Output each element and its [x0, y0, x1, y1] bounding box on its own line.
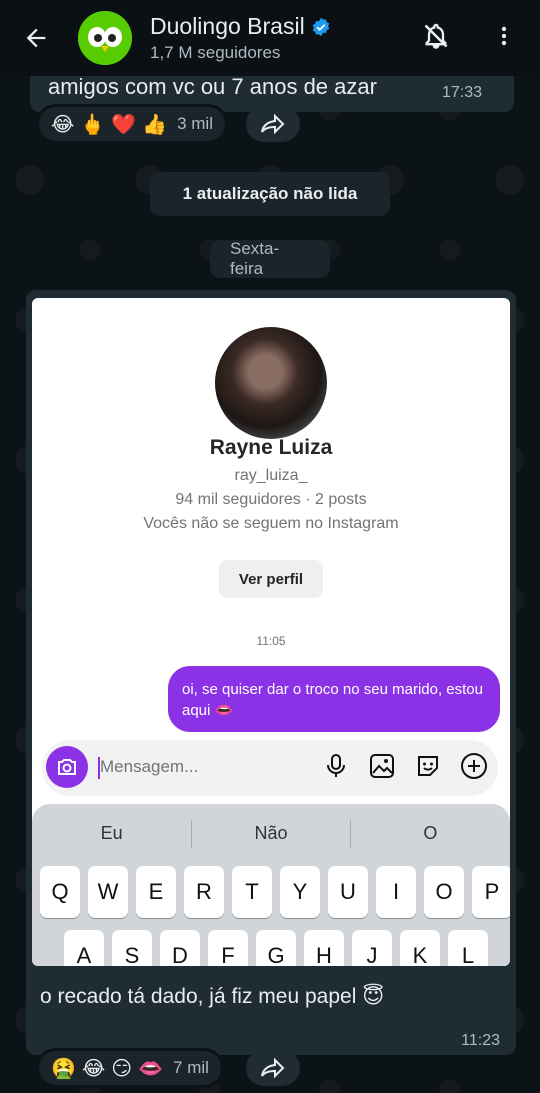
bell-off-icon	[424, 23, 448, 49]
back-button[interactable]	[14, 16, 58, 60]
key: G	[256, 930, 296, 966]
view-profile-button: Ver perfil	[219, 560, 323, 598]
key: J	[352, 930, 392, 966]
reactions-bar[interactable]: 😂 🖕 ❤️ 👍 3 mil	[36, 104, 228, 144]
suggestion: Eu	[100, 823, 123, 843]
key: P	[472, 866, 510, 918]
date-divider: Sexta-feira	[210, 239, 330, 278]
message-caption: o recado tá dado, já fiz meu papel 😇	[40, 985, 385, 1008]
key-row: A S D F G H J K L	[64, 930, 488, 966]
reaction-count: 7 mil	[173, 1058, 209, 1077]
channel-header: Duolingo Brasil 1,7 M seguidores	[0, 0, 540, 76]
gallery-icon	[368, 752, 396, 780]
key: R	[184, 866, 224, 918]
reaction-emoji: 👍	[142, 113, 168, 136]
dm-time: 11:05	[256, 634, 286, 648]
channel-title-block[interactable]: Duolingo Brasil 1,7 M seguidores	[150, 13, 331, 63]
channel-title: Duolingo Brasil	[150, 13, 305, 39]
reaction-emoji: 👄	[138, 1057, 164, 1080]
key: E	[136, 866, 176, 918]
suggestion-divider	[191, 820, 192, 848]
key: K	[400, 930, 440, 966]
duo-owl-icon	[78, 11, 132, 65]
reaction-emoji: ❤️	[111, 113, 137, 136]
key: A	[64, 930, 104, 966]
reaction-emoji: 😂	[51, 113, 75, 136]
add-icon	[460, 752, 488, 780]
forward-icon	[261, 1058, 285, 1078]
reaction-count: 3 mil	[177, 114, 213, 133]
more-options-button[interactable]	[482, 14, 526, 58]
key: T	[232, 866, 272, 918]
message-placeholder: Mensagem...	[100, 757, 199, 776]
forward-button[interactable]	[246, 106, 300, 142]
message-time: 11:23	[461, 1032, 500, 1049]
profile-stats: 94 mil seguidores · 2 posts	[175, 491, 367, 508]
unread-divider: 1 atualização não lida	[150, 172, 390, 216]
follower-count: 1,7 M seguidores	[150, 43, 281, 62]
profile-photo	[215, 327, 327, 439]
key: L	[448, 930, 488, 966]
reaction-emoji: 🤮	[51, 1057, 76, 1080]
key: S	[112, 930, 152, 966]
sticker-icon	[414, 752, 442, 780]
reactions-bar[interactable]: 🤮 😂 😏 👄 7 mil	[36, 1048, 224, 1088]
message-time: 17:33	[441, 84, 482, 101]
key: W	[88, 866, 128, 918]
suggestion: Não	[254, 823, 288, 843]
key: O	[424, 866, 464, 918]
profile-name: Rayne Luiza	[209, 436, 333, 459]
key: D	[160, 930, 200, 966]
mute-button[interactable]	[414, 14, 458, 58]
profile-username: ray_luiza_	[234, 467, 308, 484]
keyboard: Eu Não O Q W E R T Y U I O P A S D F G H…	[32, 804, 510, 966]
key: H	[304, 930, 344, 966]
suggestion-bar: Eu Não O	[32, 814, 510, 852]
channel-avatar[interactable]	[78, 11, 132, 65]
camera-icon	[46, 746, 88, 788]
suggestion: O	[423, 823, 438, 843]
verified-badge-icon	[312, 17, 329, 36]
forward-icon	[261, 114, 285, 134]
key: I	[376, 866, 416, 918]
arrow-left-icon	[26, 28, 46, 48]
reaction-emoji: 😏	[111, 1057, 133, 1080]
channel-message-image[interactable]: Rayne Luiza ray_luiza_ 94 mil seguidores…	[26, 290, 516, 1055]
key: U	[328, 866, 368, 918]
reaction-emoji: 😂	[81, 1057, 106, 1080]
microphone-icon	[322, 752, 350, 780]
suggestion-divider	[350, 820, 351, 848]
key: Q	[40, 866, 80, 918]
message-text: amigos com vc ou 7 anos de azar	[48, 74, 377, 99]
follow-status: Vocês não se seguem no Instagram	[143, 515, 399, 532]
outgoing-dm: oi, se quiser dar o troco no seu marido,…	[168, 666, 500, 732]
forward-button[interactable]	[246, 1050, 300, 1086]
key: F	[208, 930, 248, 966]
key-row: Q W E R T Y U I O P	[40, 866, 510, 918]
key: Y	[280, 866, 320, 918]
more-vertical-icon	[501, 26, 507, 46]
reaction-emoji: 🖕	[80, 113, 106, 136]
dm-input-bar: Mensagem...	[42, 740, 498, 796]
instagram-screenshot-image[interactable]: Rayne Luiza ray_luiza_ 94 mil seguidores…	[32, 298, 510, 966]
